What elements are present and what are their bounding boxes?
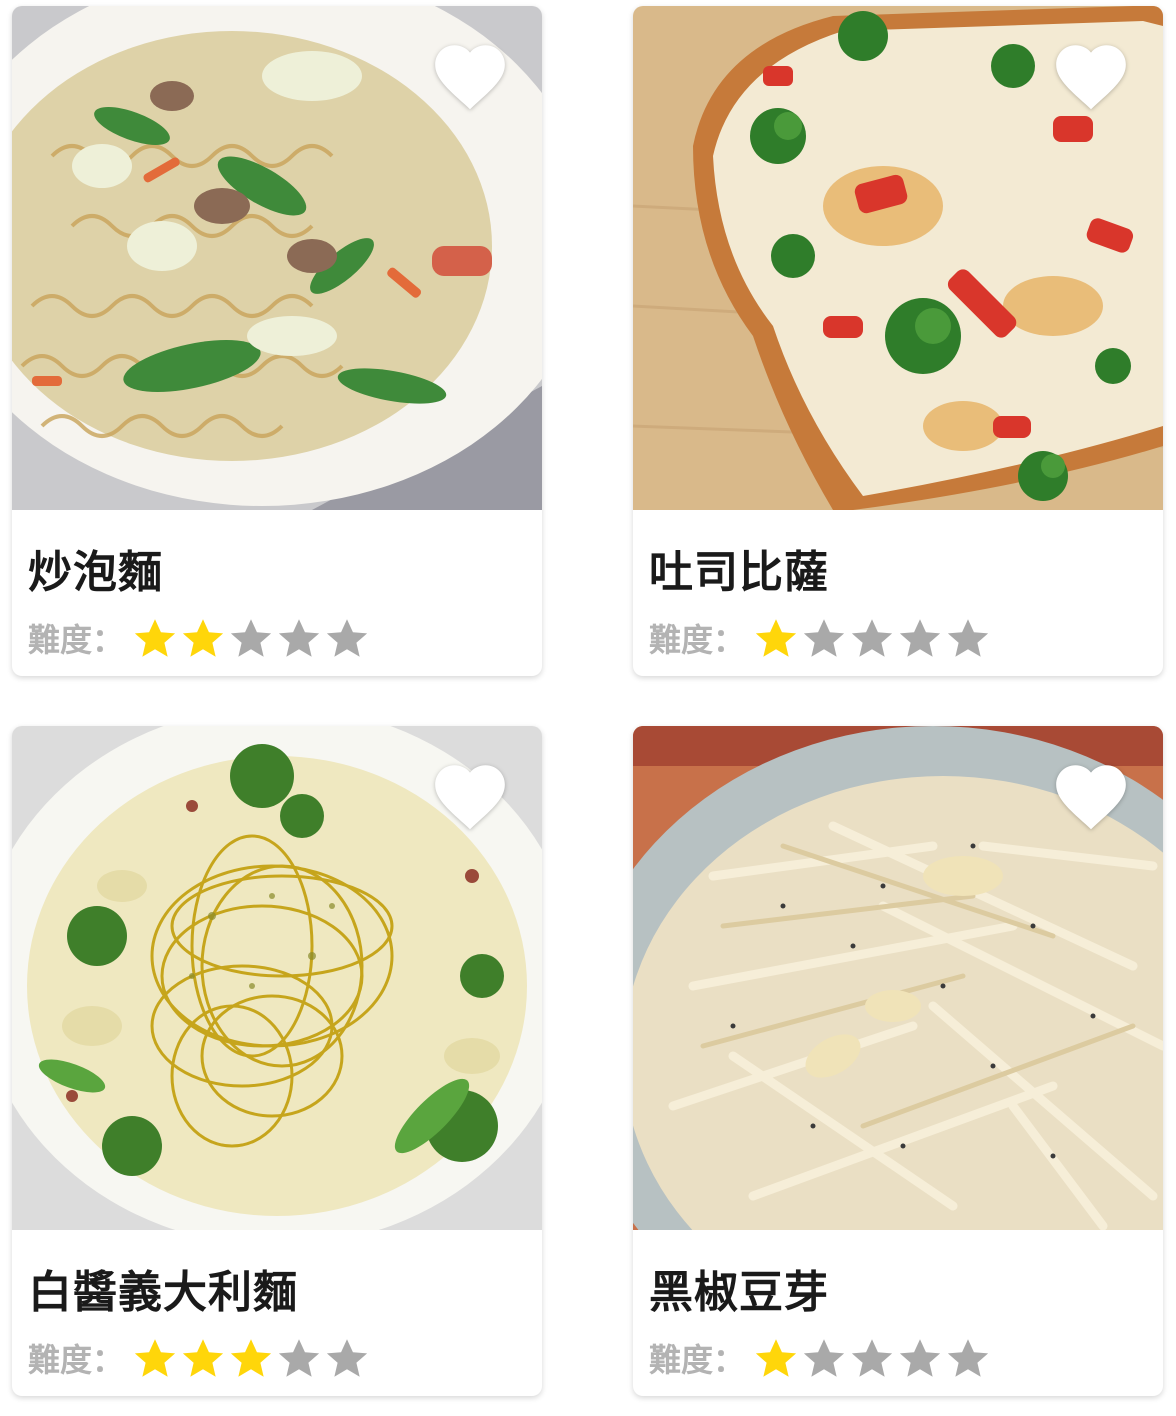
star-empty-icon <box>228 616 274 660</box>
favorite-button[interactable] <box>432 760 508 832</box>
star-empty-icon <box>897 616 943 660</box>
star-empty-icon <box>276 616 322 660</box>
difficulty-stars <box>753 616 993 660</box>
recipe-card[interactable]: 黑椒豆芽 難度： <box>633 726 1163 1396</box>
star-filled-icon <box>180 1336 226 1380</box>
star-empty-icon <box>897 1336 943 1380</box>
difficulty-stars <box>753 1336 993 1380</box>
heart-icon <box>432 760 508 832</box>
favorite-button[interactable] <box>1053 760 1129 832</box>
recipe-card[interactable]: 炒泡麵 難度： <box>12 6 542 676</box>
difficulty-stars <box>132 1336 372 1380</box>
star-empty-icon <box>801 616 847 660</box>
difficulty-rating: 難度： <box>649 1336 993 1380</box>
recipe-card[interactable]: 吐司比薩 難度： <box>633 6 1163 676</box>
star-empty-icon <box>801 1336 847 1380</box>
recipe-title: 黑椒豆芽 <box>649 1267 829 1318</box>
star-filled-icon <box>753 1336 799 1380</box>
star-empty-icon <box>324 616 370 660</box>
heart-icon <box>1053 760 1129 832</box>
heart-icon <box>1053 40 1129 112</box>
star-filled-icon <box>180 616 226 660</box>
difficulty-label: 難度： <box>28 621 125 659</box>
recipe-card[interactable]: 白醬義大利麵 難度： <box>12 726 542 1396</box>
difficulty-rating: 難度： <box>28 1336 372 1380</box>
star-empty-icon <box>849 616 895 660</box>
star-filled-icon <box>228 1336 274 1380</box>
star-filled-icon <box>753 616 799 660</box>
star-empty-icon <box>276 1336 322 1380</box>
recipe-title: 白醬義大利麵 <box>28 1267 298 1318</box>
star-empty-icon <box>945 616 991 660</box>
difficulty-rating: 難度： <box>28 616 372 660</box>
star-filled-icon <box>132 1336 178 1380</box>
star-empty-icon <box>849 1336 895 1380</box>
difficulty-stars <box>132 616 372 660</box>
star-filled-icon <box>132 616 178 660</box>
difficulty-label: 難度： <box>649 621 746 659</box>
star-empty-icon <box>945 1336 991 1380</box>
difficulty-label: 難度： <box>649 1341 746 1379</box>
difficulty-rating: 難度： <box>649 616 993 660</box>
recipe-title: 炒泡麵 <box>28 547 163 598</box>
favorite-button[interactable] <box>1053 40 1129 112</box>
heart-icon <box>432 40 508 112</box>
star-empty-icon <box>324 1336 370 1380</box>
recipe-title: 吐司比薩 <box>649 547 829 598</box>
difficulty-label: 難度： <box>28 1341 125 1379</box>
favorite-button[interactable] <box>432 40 508 112</box>
